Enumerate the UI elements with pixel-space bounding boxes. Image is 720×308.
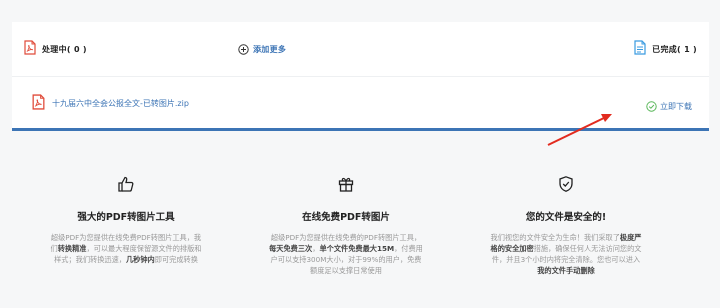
- features-section: 强大的PDF转图片工具 超级PDF为您提供在线免费PDF转图片工具，我 们转换精准…: [0, 175, 720, 295]
- desc-text: 额度足以支撑日常使用: [310, 266, 382, 275]
- feature-desc: 超级PDF为您提供在线免费PDF转图片工具，我 们转换精准，可以最大程度保留源文件…: [31, 232, 221, 265]
- feature-desc-line: 样式；我们转换迅速，几秒钟内即可完成转换: [31, 254, 221, 265]
- feature-title: 强大的PDF转图片工具: [77, 212, 175, 223]
- document-icon: [634, 39, 646, 59]
- pdf-file-icon: [24, 39, 36, 59]
- feature-card: 您的文件是安全的! 我们视您的文件安全为生命！我们采取了极度严 格的安全加密措施，…: [471, 175, 661, 276]
- desc-text: 样式；我们转换迅速，: [54, 255, 126, 264]
- thumbs-up-icon: [31, 175, 221, 193]
- processing-tab[interactable]: 处理中( 0 ): [24, 39, 87, 59]
- desc-text: 们: [50, 244, 58, 253]
- desc-text: 措施，确保任何人无法访问您的文: [533, 244, 642, 253]
- desc-text: ，付费用: [394, 244, 423, 253]
- feature-desc-line: 我的文件手动删除: [471, 265, 661, 276]
- highlight-text: 每天免费三次: [269, 244, 313, 253]
- feature-desc-line: 每天免费三次，单个文件免费最大15M，付费用: [251, 243, 441, 254]
- feature-title: 在线免费PDF转图片: [302, 212, 390, 223]
- file-name: 十九届六中全会公报全文-已转图片.zip: [52, 99, 189, 108]
- feature-desc: 我们视您的文件安全为生命！我们采取了极度严 格的安全加密措施，确保任何人无法访问您…: [471, 232, 661, 276]
- desc-text: 我们视您的文件安全为生命！我们采取了: [490, 233, 620, 242]
- highlight-text: 转换精准: [57, 244, 87, 253]
- highlight-text: 极度严: [619, 233, 642, 242]
- feature-desc-line: 超级PDF为您提供在线免费PDF转图片工具，我: [31, 232, 221, 243]
- feature-desc-line: 件，并且3个小时内将完全清除。您也可以进入: [471, 254, 661, 265]
- desc-text: 户可以支持300M大小，对于99%的用户，免费: [270, 255, 422, 264]
- desc-text: 超级PDF为您提供在线免费的PDF转图片工具，: [270, 233, 422, 242]
- feature-card: 强大的PDF转图片工具 超级PDF为您提供在线免费PDF转图片工具，我 们转换精准…: [31, 175, 221, 265]
- download-label: 立即下载: [660, 102, 692, 111]
- feature-desc-line: 们转换精准，可以最大程度保留源文件的排版和: [31, 243, 221, 254]
- add-more-label: 添加更多: [253, 44, 287, 54]
- done-label: 已完成( 1 ): [652, 44, 697, 54]
- plus-circle-icon: [238, 40, 249, 59]
- desc-text: 超级PDF为您提供在线免费PDF转图片工具，我: [50, 233, 202, 242]
- gift-icon: [251, 175, 441, 193]
- check-circle-icon: [646, 97, 657, 116]
- feature-card: 在线免费PDF转图片 超级PDF为您提供在线免费的PDF转图片工具， 每天免费三次…: [251, 175, 441, 276]
- done-tab[interactable]: 已完成( 1 ): [634, 39, 697, 59]
- highlight-text: 单个文件免费最大15M: [319, 244, 395, 253]
- feature-desc-line: 额度足以支撑日常使用: [251, 265, 441, 276]
- file-row: 十九届六中全会公报全文-已转图片.zip 立即下载: [12, 77, 709, 128]
- shield-check-icon: [471, 175, 661, 193]
- feature-desc-line: 超级PDF为您提供在线免费的PDF转图片工具，: [251, 232, 441, 243]
- panel-header: 处理中( 0 ) 添加更多 已完成( 1 ): [12, 22, 709, 76]
- desc-text: 即可完成转换: [154, 255, 198, 264]
- desc-text: 件，并且3个小时内将完全清除。您也可以进入: [491, 255, 641, 264]
- highlight-text: 几秒钟内: [125, 255, 155, 264]
- feature-desc-line: 我们视您的文件安全为生命！我们采取了极度严: [471, 232, 661, 243]
- feature-title: 您的文件是安全的!: [525, 212, 607, 223]
- pdf-file-icon: [32, 94, 45, 114]
- panel-bottom-border: [12, 128, 709, 131]
- feature-desc-line: 格的安全加密措施，确保任何人无法访问您的文: [471, 243, 661, 254]
- upload-panel: 处理中( 0 ) 添加更多 已完成( 1 ) 十九届六中全会公报全文-已转图片.…: [12, 22, 709, 128]
- feature-desc-line: 户可以支持300M大小，对于99%的用户，免费: [251, 254, 441, 265]
- highlight-text: 我的文件手动删除: [537, 266, 595, 275]
- processing-label: 处理中( 0 ): [42, 44, 87, 54]
- highlight-text: 格的安全加密: [490, 244, 534, 253]
- add-more-button[interactable]: 添加更多: [238, 41, 286, 57]
- download-button[interactable]: 立即下载: [646, 97, 692, 116]
- feature-desc: 超级PDF为您提供在线免费的PDF转图片工具， 每天免费三次，单个文件免费最大15…: [251, 232, 441, 276]
- desc-text: ，可以最大程度保留源文件的排版和: [86, 244, 202, 253]
